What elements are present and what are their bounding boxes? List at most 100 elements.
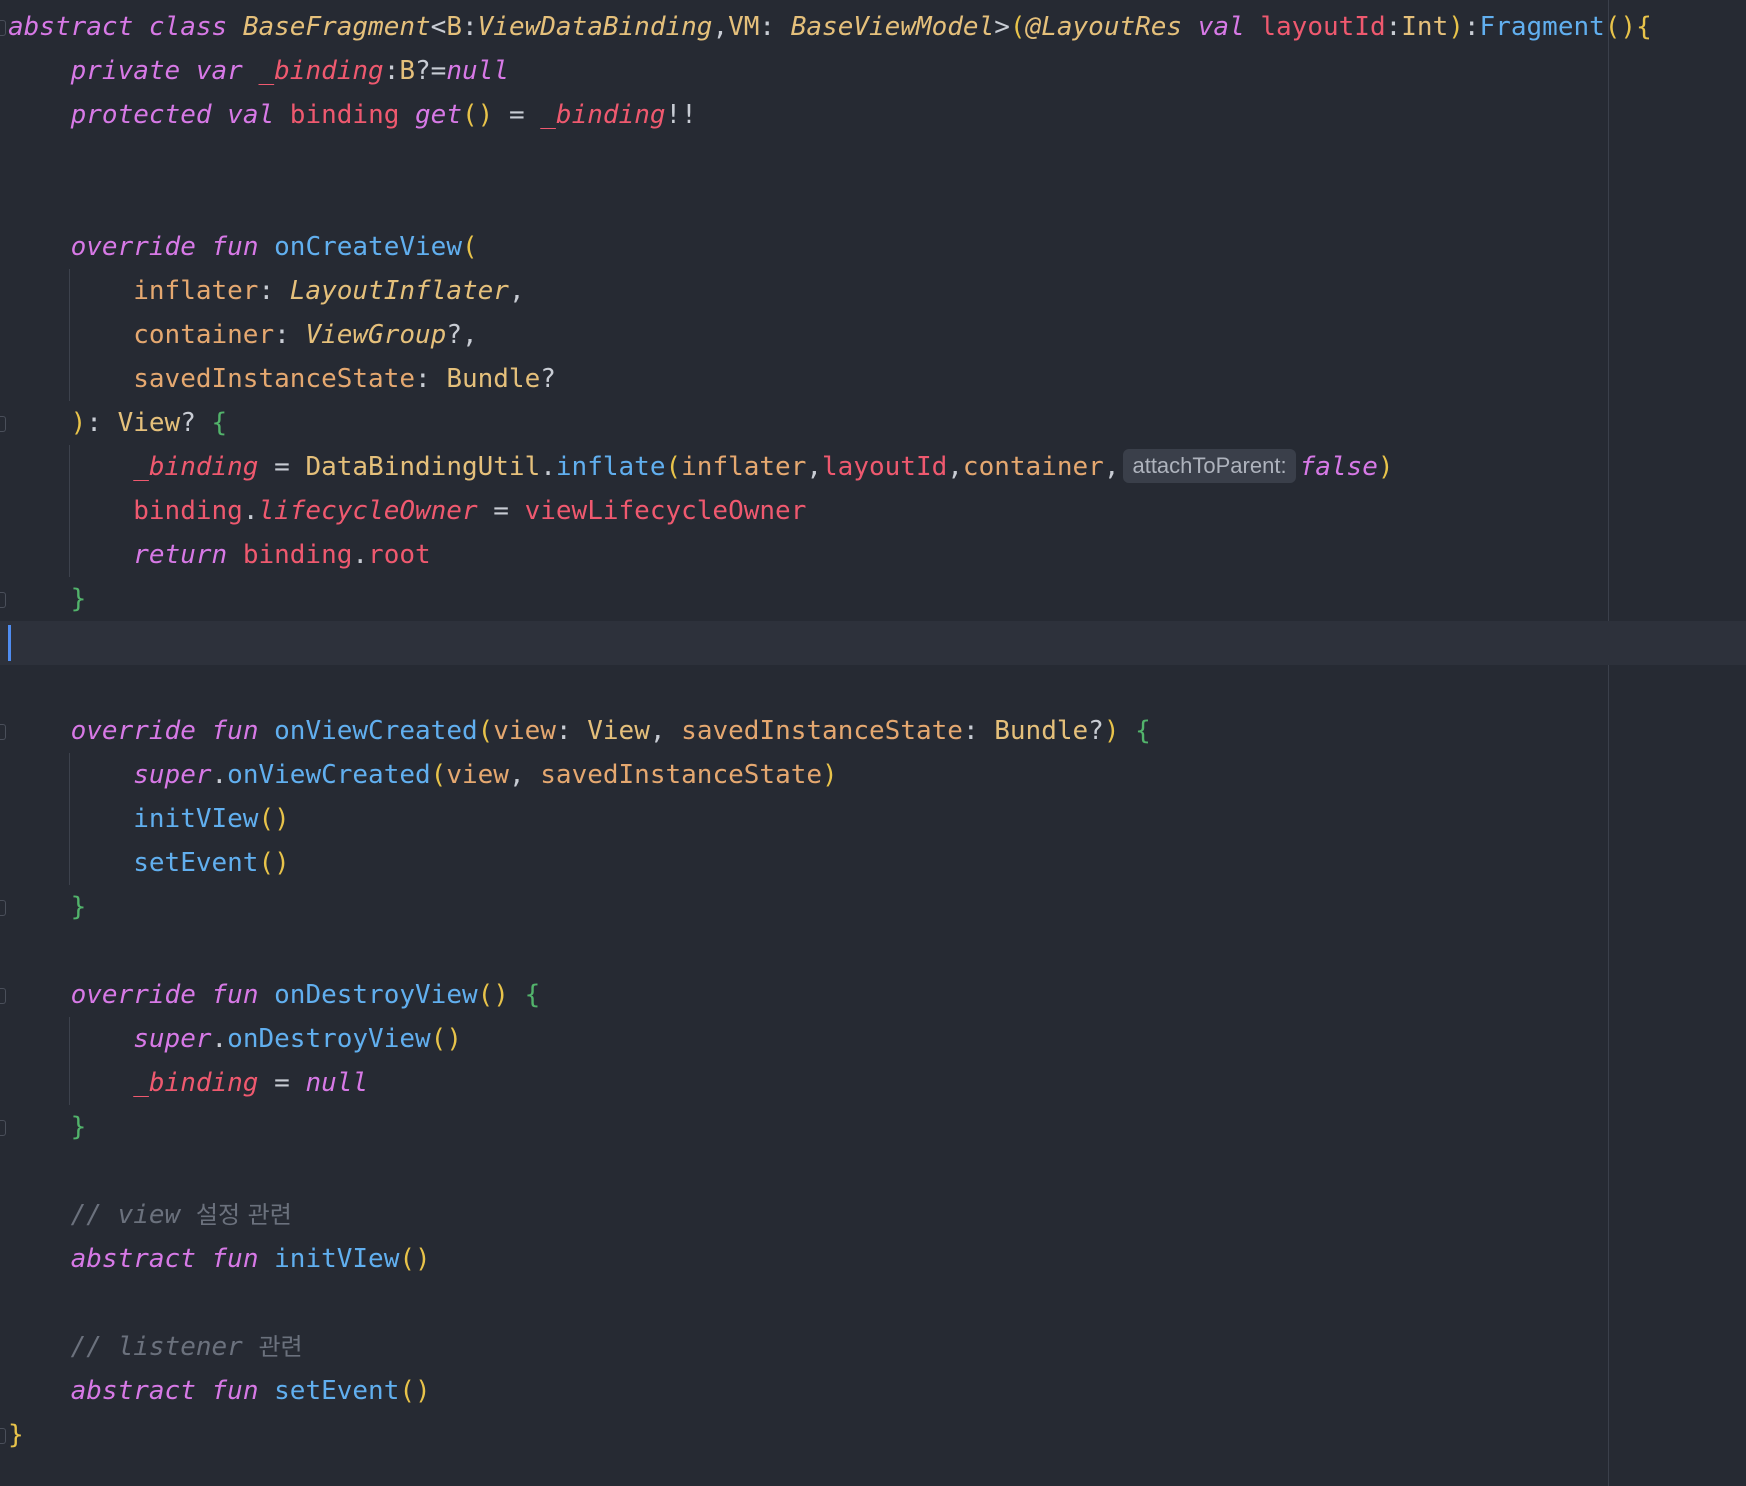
code-token: val <box>1197 12 1245 42</box>
code-token: = <box>477 496 525 526</box>
code-token: ?= <box>415 56 447 86</box>
code-token: fun <box>211 1376 259 1406</box>
code-token: } <box>8 1420 24 1450</box>
code-line[interactable] <box>0 137 1746 181</box>
code-line[interactable]: } <box>0 1105 1746 1149</box>
code-token: fun <box>211 716 259 746</box>
code-line[interactable] <box>0 1149 1746 1193</box>
code-line[interactable]: super.onDestroyView() <box>0 1017 1746 1061</box>
code-token: : <box>1385 12 1402 42</box>
code-line[interactable]: abstract class BaseFragment<B:ViewDataBi… <box>0 5 1746 49</box>
code-line[interactable]: // view 설정 관련 <box>0 1193 1746 1237</box>
code-line[interactable]: protected val binding get() = _binding!! <box>0 93 1746 137</box>
code-token: null <box>446 56 509 86</box>
code-token: } <box>70 1112 87 1142</box>
code-token: , <box>508 760 541 790</box>
code-line[interactable] <box>0 665 1746 709</box>
code-line[interactable]: super.onViewCreated(view, savedInstanceS… <box>0 753 1746 797</box>
code-line[interactable]: _binding = null <box>0 1061 1746 1105</box>
code-token: . <box>540 452 556 482</box>
code-token: viewLifecycleOwner <box>524 496 807 526</box>
code-token: } <box>70 892 87 922</box>
code-line[interactable]: abstract fun initVIew() <box>0 1237 1746 1281</box>
code-token: setEvent <box>274 1376 400 1406</box>
code-line[interactable]: savedInstanceState: Bundle? <box>0 357 1746 401</box>
code-token: false <box>1299 452 1378 482</box>
fold-marker-icon[interactable] <box>0 592 6 608</box>
code-line[interactable]: } <box>0 885 1746 929</box>
code-token: ( <box>477 716 494 746</box>
code-line[interactable]: } <box>0 1413 1746 1457</box>
code-token: 관련 <box>258 1333 303 1361</box>
code-line[interactable]: override fun onCreateView( <box>0 225 1746 269</box>
code-line[interactable]: inflater: LayoutInflater, <box>0 269 1746 313</box>
code-token: initVIew <box>133 804 259 834</box>
code-token: } <box>70 584 87 614</box>
code-token: () <box>258 804 290 834</box>
code-token: get <box>415 100 462 130</box>
fold-marker-icon[interactable] <box>0 1428 6 1444</box>
fold-marker-icon[interactable] <box>0 988 6 1004</box>
code-token: root <box>368 540 431 570</box>
code-line[interactable]: abstract fun setEvent() <box>0 1369 1746 1413</box>
code-token: binding <box>242 540 353 570</box>
code-line[interactable]: return binding.root <box>0 533 1746 577</box>
fold-marker-icon[interactable] <box>0 416 6 432</box>
code-token: savedInstanceState <box>133 364 415 394</box>
code-line[interactable]: binding.lifecycleOwner = viewLifecycleOw… <box>0 489 1746 533</box>
code-token: onViewCreated <box>274 716 478 746</box>
code-line[interactable] <box>0 621 1746 665</box>
code-line[interactable] <box>0 929 1746 973</box>
code-token: BaseViewModel <box>790 12 995 42</box>
indent-guide <box>69 269 70 401</box>
code-line[interactable]: ): View? { <box>0 401 1746 445</box>
code-token: protected <box>70 100 212 130</box>
code-line[interactable]: // listener 관련 <box>0 1325 1746 1369</box>
code-token: savedInstanceState <box>681 716 963 746</box>
code-line[interactable]: initVIew() <box>0 797 1746 841</box>
code-line[interactable]: override fun onViewCreated(view: View, s… <box>0 709 1746 753</box>
code-token: setEvent <box>133 848 259 878</box>
code-line[interactable]: private var _binding:B?=null <box>0 49 1746 93</box>
code-line[interactable]: setEvent() <box>0 841 1746 885</box>
code-lines[interactable]: abstract class BaseFragment<B:ViewDataBi… <box>0 5 1746 1457</box>
code-token: _binding <box>133 452 259 482</box>
code-token: layoutId <box>822 452 948 482</box>
code-token: container <box>962 452 1104 482</box>
fold-marker-icon[interactable] <box>0 900 6 916</box>
code-token: abstract <box>70 1376 196 1406</box>
fold-marker-icon[interactable] <box>0 1120 6 1136</box>
fold-marker-icon[interactable] <box>0 724 6 740</box>
fold-marker-icon[interactable] <box>0 20 6 36</box>
code-token: override <box>70 716 196 746</box>
code-token: () <box>399 1376 431 1406</box>
code-token: // view <box>70 1200 196 1230</box>
code-line[interactable]: container: ViewGroup?, <box>0 313 1746 357</box>
code-token: 설정 관련 <box>195 1201 292 1229</box>
code-token: fun <box>211 232 259 262</box>
code-line[interactable] <box>0 181 1746 225</box>
code-token: ) <box>70 408 87 438</box>
code-editor[interactable]: abstract class BaseFragment<B:ViewDataBi… <box>0 0 1746 1486</box>
code-token: var <box>195 56 243 86</box>
code-token: : <box>962 716 995 746</box>
code-line[interactable]: _binding = DataBindingUtil.inflate(infla… <box>0 445 1746 489</box>
indent-guide <box>69 753 70 885</box>
code-line[interactable]: } <box>0 577 1746 621</box>
code-line[interactable]: override fun onDestroyView() { <box>0 973 1746 1017</box>
code-line[interactable] <box>0 1281 1746 1325</box>
code-token: DataBindingUtil <box>305 452 541 482</box>
code-token: () <box>258 848 290 878</box>
code-token: . <box>211 1024 228 1054</box>
